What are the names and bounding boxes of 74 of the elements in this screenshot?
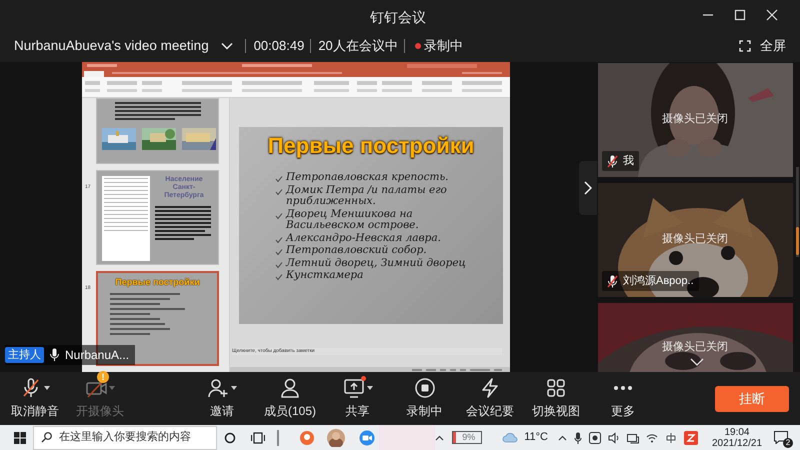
slide-title: Первые постройки xyxy=(266,133,476,159)
host-tag: 主持人 xyxy=(5,347,44,363)
record-icon xyxy=(414,377,436,399)
toolbar-button[interactable]: 更多 xyxy=(590,374,656,424)
battery-indicator: 9% xyxy=(452,431,482,444)
app-icon[interactable] xyxy=(299,430,316,446)
video-tile[interactable]: 摄像头已关闭 刘鸿源Аврор.. xyxy=(598,183,793,297)
clock-date: 2021/12/21 xyxy=(712,438,762,448)
chevron-up-icon[interactable] xyxy=(558,434,567,440)
participant-name: 刘鸿源Аврор.. xyxy=(623,274,694,289)
more-icon xyxy=(614,386,632,390)
mic-icon[interactable] xyxy=(574,432,582,444)
speaker-icon[interactable] xyxy=(608,432,620,444)
grid-icon xyxy=(545,377,567,399)
text-lines-drawing xyxy=(155,206,213,240)
camera-off-label: 摄像头已关闭 xyxy=(662,341,728,354)
search-icon xyxy=(41,432,52,443)
bullet-text: Дворец Меншикова на Васильевском острове. xyxy=(286,208,420,232)
toolbar-button[interactable]: 切换视图 xyxy=(522,374,590,424)
video-app-icon[interactable] xyxy=(359,430,376,446)
app-tray-icon[interactable] xyxy=(588,432,601,444)
toolbar-button[interactable]: 成员(105) xyxy=(256,374,324,424)
search-field[interactable]: 在这里输入你要搜索的内容 xyxy=(33,426,218,450)
bullet-text: Петропавловский собор. xyxy=(286,245,427,256)
bullet-text: Петропавловская крепость. xyxy=(286,172,449,184)
task-view-icon[interactable] xyxy=(251,432,266,444)
notification-icon[interactable] xyxy=(774,431,788,444)
participant-count: 20人在会议中 xyxy=(318,37,398,56)
chevron-down-icon[interactable] xyxy=(220,42,233,50)
add-person-icon xyxy=(207,377,229,399)
wifi-icon[interactable] xyxy=(646,432,658,442)
slide-thumbnail[interactable] xyxy=(96,98,219,164)
toolbar-button[interactable]: 邀请 xyxy=(188,374,256,424)
toolbar-button[interactable]: 共享 xyxy=(324,374,391,424)
temperature-label: 11°C xyxy=(524,430,548,446)
bullet-text: Кунсткамера xyxy=(286,270,364,282)
window-title: 钉钉会议 xyxy=(370,8,426,27)
windows-start-icon[interactable] xyxy=(14,432,26,444)
chevron-up-icon[interactable] xyxy=(435,434,444,440)
input-method-icon[interactable] xyxy=(664,432,677,444)
person-icon xyxy=(279,377,301,399)
mic-icon xyxy=(49,348,60,362)
camera-off-label: 摄像头已关闭 xyxy=(662,233,728,246)
chevron-right-icon xyxy=(584,181,592,195)
fullscreen-icon[interactable] xyxy=(739,40,751,52)
meeting-timer: 00:08:49 xyxy=(254,37,304,56)
circle-icon[interactable] xyxy=(224,432,236,444)
toolbar-button[interactable]: 取消静音 xyxy=(0,374,70,424)
toolbar-button[interactable]: 会议纪要 xyxy=(458,374,522,424)
chevron-down-icon[interactable] xyxy=(690,358,704,366)
video-tile[interactable]: 摄像头已关闭 xyxy=(598,303,793,372)
toolbar-button[interactable]: 录制中 xyxy=(391,374,458,424)
close-icon[interactable] xyxy=(766,9,778,21)
recording-status: 录制中 xyxy=(424,37,463,56)
bullet-text: Домик Петра /и палаты его приближенных. xyxy=(286,184,448,208)
screen-share-icon xyxy=(342,377,364,399)
maximize-icon[interactable] xyxy=(734,9,746,21)
cloud-icon xyxy=(502,432,518,443)
slide-heading: Первые постройки xyxy=(114,277,201,287)
clock-time: 19:04 xyxy=(724,426,750,438)
bullet-text: Летний дворец, Зимний дворец xyxy=(286,258,466,269)
bullet-text: Александро-Невская лавра. xyxy=(286,232,441,244)
fullscreen-button[interactable]: 全屏 xyxy=(760,36,786,56)
recording-dot-icon xyxy=(414,43,421,49)
scrollbar[interactable] xyxy=(796,167,799,257)
participant-name: 我 xyxy=(623,154,634,169)
video-tile[interactable]: 摄像头已关闭 我 xyxy=(598,63,793,177)
network-icon[interactable] xyxy=(626,432,639,444)
warning-badge: ! xyxy=(97,371,109,383)
next-page-button[interactable] xyxy=(579,161,597,215)
camera-off-label: 摄像头已关闭 xyxy=(662,113,728,126)
notification-count: 2 xyxy=(783,438,794,448)
check-icon xyxy=(275,212,283,220)
meeting-name: NurbanuAbueva's video meeting xyxy=(14,36,209,55)
